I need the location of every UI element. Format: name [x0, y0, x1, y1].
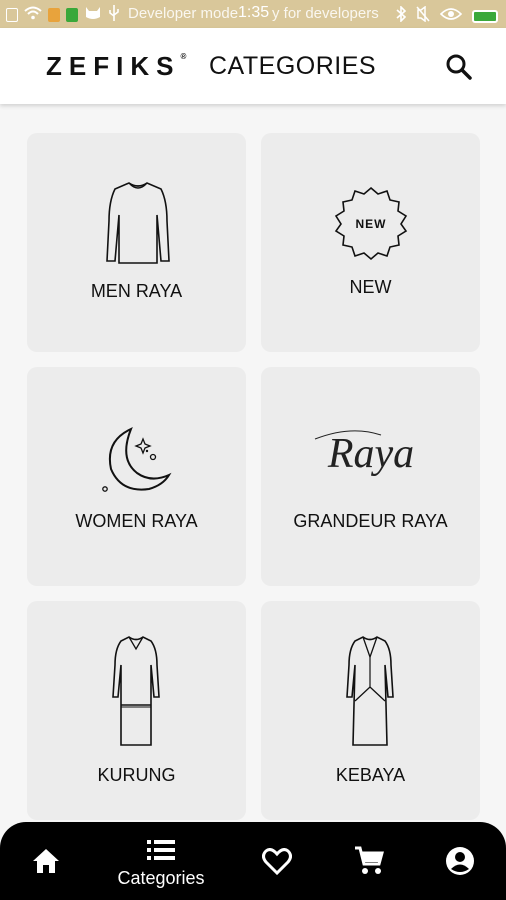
- raya-script-icon: Raya: [314, 430, 414, 477]
- brand-name: ZEFIKS: [46, 51, 181, 81]
- kurung-dress-icon: [112, 636, 160, 746]
- app-header: ZEFIKS® CATEGORIES: [0, 28, 506, 104]
- developer-mode-text: Developer mode: [128, 5, 239, 22]
- battery-icon: [472, 9, 498, 23]
- sim-icon: [6, 8, 18, 22]
- mute-icon: [416, 5, 430, 26]
- category-label: KEBAYA: [335, 765, 406, 785]
- shirt-icon: [106, 182, 170, 264]
- heart-icon: [262, 848, 292, 875]
- search-icon[interactable]: [444, 52, 474, 82]
- wifi-icon: [24, 6, 42, 24]
- script-text: Raya: [327, 431, 414, 477]
- account-icon: [446, 847, 474, 875]
- category-label: NEW: [349, 277, 392, 297]
- list-icon: [147, 840, 175, 860]
- category-card-women-raya[interactable]: WOMEN RAYA: [27, 367, 246, 586]
- new-badge-icon: NEW: [334, 186, 408, 261]
- developer-mode-suffix: y for developers: [272, 5, 379, 22]
- crescent-moon-icon: [102, 427, 172, 492]
- status-time: 1:35: [238, 4, 270, 21]
- category-label: KURUNG: [97, 765, 176, 785]
- category-card-men-raya[interactable]: MEN RAYA: [27, 133, 246, 352]
- page-title: CATEGORIES: [209, 52, 377, 80]
- category-label: WOMEN RAYA: [75, 511, 198, 531]
- app-notification-icon: [66, 8, 78, 22]
- category-card-kurung[interactable]: KURUNG: [27, 601, 246, 820]
- usb-icon: [108, 5, 120, 25]
- bottom-nav: Categories: [0, 822, 506, 900]
- eye-icon: [439, 7, 463, 25]
- nav-item-account[interactable]: [420, 822, 500, 900]
- bluetooth-icon: [396, 5, 407, 26]
- category-card-kebaya[interactable]: KEBAYA: [261, 601, 480, 820]
- status-bar: Developer mode 1:35 y for developers: [0, 0, 506, 28]
- category-card-grandeur-raya[interactable]: Raya GRANDEUR RAYA: [261, 367, 480, 586]
- brand-mark: ®: [180, 52, 187, 62]
- nav-label-categories: Categories: [117, 868, 205, 888]
- nav-item-home[interactable]: [6, 822, 86, 900]
- status-icons-right: [396, 5, 498, 26]
- nav-item-categories[interactable]: Categories: [107, 822, 215, 900]
- brand-logo[interactable]: ZEFIKS®: [46, 51, 186, 82]
- home-icon: [33, 849, 59, 873]
- cat-icon: [84, 5, 102, 25]
- cart-icon: [355, 846, 384, 874]
- nav-item-wishlist[interactable]: [236, 822, 316, 900]
- nav-item-cart[interactable]: [328, 822, 408, 900]
- badge-text: NEW: [356, 217, 387, 231]
- status-icons-left: [6, 5, 120, 25]
- notification-icon: [48, 8, 60, 22]
- category-label: GRANDEUR RAYA: [293, 511, 448, 531]
- category-label: MEN RAYA: [90, 281, 183, 301]
- category-card-new[interactable]: NEW NEW: [261, 133, 480, 352]
- kebaya-dress-icon: [346, 636, 394, 746]
